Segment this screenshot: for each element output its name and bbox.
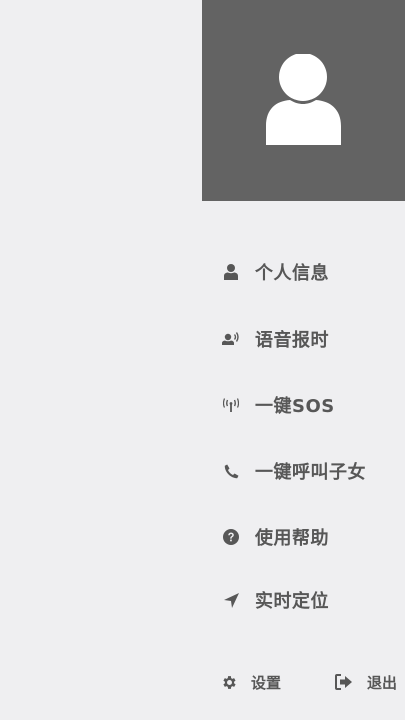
menu-item-label: 一键呼叫子女	[255, 462, 366, 483]
menu-item-sos[interactable]: 一键SOS	[202, 383, 405, 427]
sign-out-icon	[335, 673, 353, 691]
menu-item-voice-time[interactable]: 语音报时	[202, 317, 405, 361]
menu-item-help[interactable]: 使用帮助	[202, 515, 405, 559]
voice-speak-icon	[222, 330, 240, 348]
location-arrow-icon	[222, 591, 240, 609]
question-circle-icon	[222, 528, 240, 546]
settings-label: 设置	[251, 673, 282, 692]
sos-antenna-icon	[222, 396, 240, 414]
logout-label: 退出	[367, 673, 398, 692]
profile-header	[202, 0, 405, 201]
phone-icon	[222, 462, 240, 480]
menu-item-label: 使用帮助	[255, 528, 329, 549]
menu-item-label: 个人信息	[255, 263, 329, 284]
gear-icon	[220, 673, 238, 691]
user-avatar-icon[interactable]	[264, 54, 344, 148]
menu-item-label: 实时定位	[255, 591, 329, 612]
menu-item-call-children[interactable]: 一键呼叫子女	[202, 449, 405, 493]
settings-button[interactable]: 设置	[220, 667, 281, 697]
menu-item-label: 一键SOS	[255, 396, 335, 417]
side-drawer: 个人信息 语音报时 一键SOS 一键呼叫子女 使用帮助 实时定位 设置 退出	[202, 0, 405, 720]
menu-item-label: 语音报时	[255, 330, 329, 351]
menu-item-profile[interactable]: 个人信息	[202, 250, 405, 294]
user-icon	[222, 263, 240, 281]
menu-item-location[interactable]: 实时定位	[202, 578, 405, 622]
app-screen: 个人信息 语音报时 一键SOS 一键呼叫子女 使用帮助 实时定位 设置 退出	[0, 0, 405, 720]
logout-button[interactable]: 退出	[335, 667, 397, 697]
